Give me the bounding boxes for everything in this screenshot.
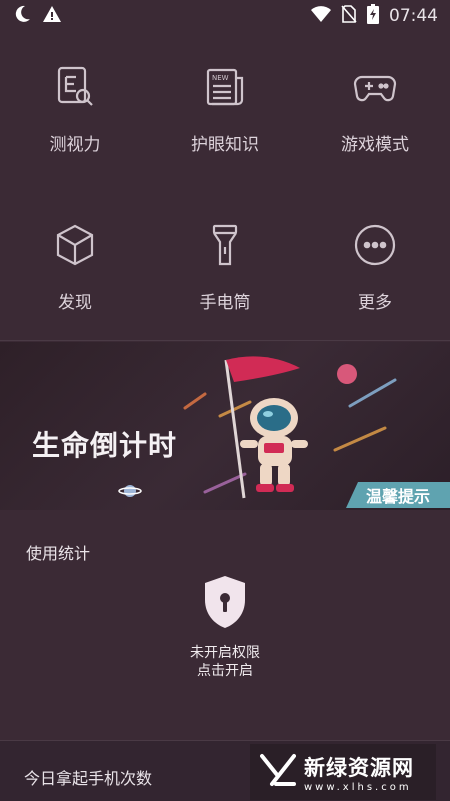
battery-icon (367, 4, 379, 28)
tap-to-enable-text: 点击开启 (197, 663, 253, 679)
watermark-logo: 新绿资源网 www.xlhs.com (250, 744, 436, 800)
cube-icon (50, 220, 100, 274)
life-countdown-banner[interactable]: 生命倒计时 温馨提示 (0, 342, 450, 510)
feature-grid: 测视力 NEW 护眼知识 游戏模式 发现 手电筒 更多 (0, 48, 450, 326)
eye-test-icon (50, 62, 100, 116)
grid-item-label: 发现 (58, 292, 92, 313)
watermark-title: 新绿资源网 (304, 755, 414, 780)
brand-logo-icon (260, 752, 296, 792)
enable-permission-button[interactable]: 未开启权限 点击开启 (0, 574, 450, 680)
flashlight-button[interactable]: 手电筒 (150, 206, 300, 326)
grid-item-label: 护眼知识 (191, 134, 259, 155)
clock-time: 07:44 (389, 6, 438, 26)
game-mode-button[interactable]: 游戏模式 (300, 48, 450, 168)
svg-text:NEW: NEW (212, 74, 229, 82)
grid-item-label: 手电筒 (199, 292, 251, 313)
more-button[interactable]: 更多 (300, 206, 450, 326)
grid-item-label: 更多 (358, 292, 392, 313)
tip-tag[interactable]: 温馨提示 (346, 482, 450, 508)
moon-icon (12, 4, 32, 28)
usage-stats-title: 使用统计 (26, 544, 91, 563)
gamepad-icon (350, 62, 400, 116)
wifi-icon (311, 5, 331, 27)
pickups-title: 今日拿起手机次数 (24, 769, 153, 788)
permission-status-text: 未开启权限 (190, 645, 260, 661)
lock-shield-icon (201, 574, 249, 634)
discover-button[interactable]: 发现 (0, 206, 150, 326)
warning-icon (42, 4, 62, 28)
no-sim-icon (341, 5, 357, 27)
divider (0, 340, 450, 341)
status-bar: 07:44 (0, 0, 450, 32)
grid-item-label: 游戏模式 (341, 134, 409, 155)
eye-care-button[interactable]: NEW 护眼知识 (150, 48, 300, 168)
more-icon (350, 220, 400, 274)
watermark-url: www.xlhs.com (304, 781, 412, 793)
flashlight-icon (200, 220, 250, 274)
news-icon: NEW (200, 62, 250, 116)
banner-title: 生命倒计时 (32, 429, 178, 462)
vision-test-button[interactable]: 测视力 (0, 48, 150, 168)
grid-item-label: 测视力 (49, 134, 101, 155)
